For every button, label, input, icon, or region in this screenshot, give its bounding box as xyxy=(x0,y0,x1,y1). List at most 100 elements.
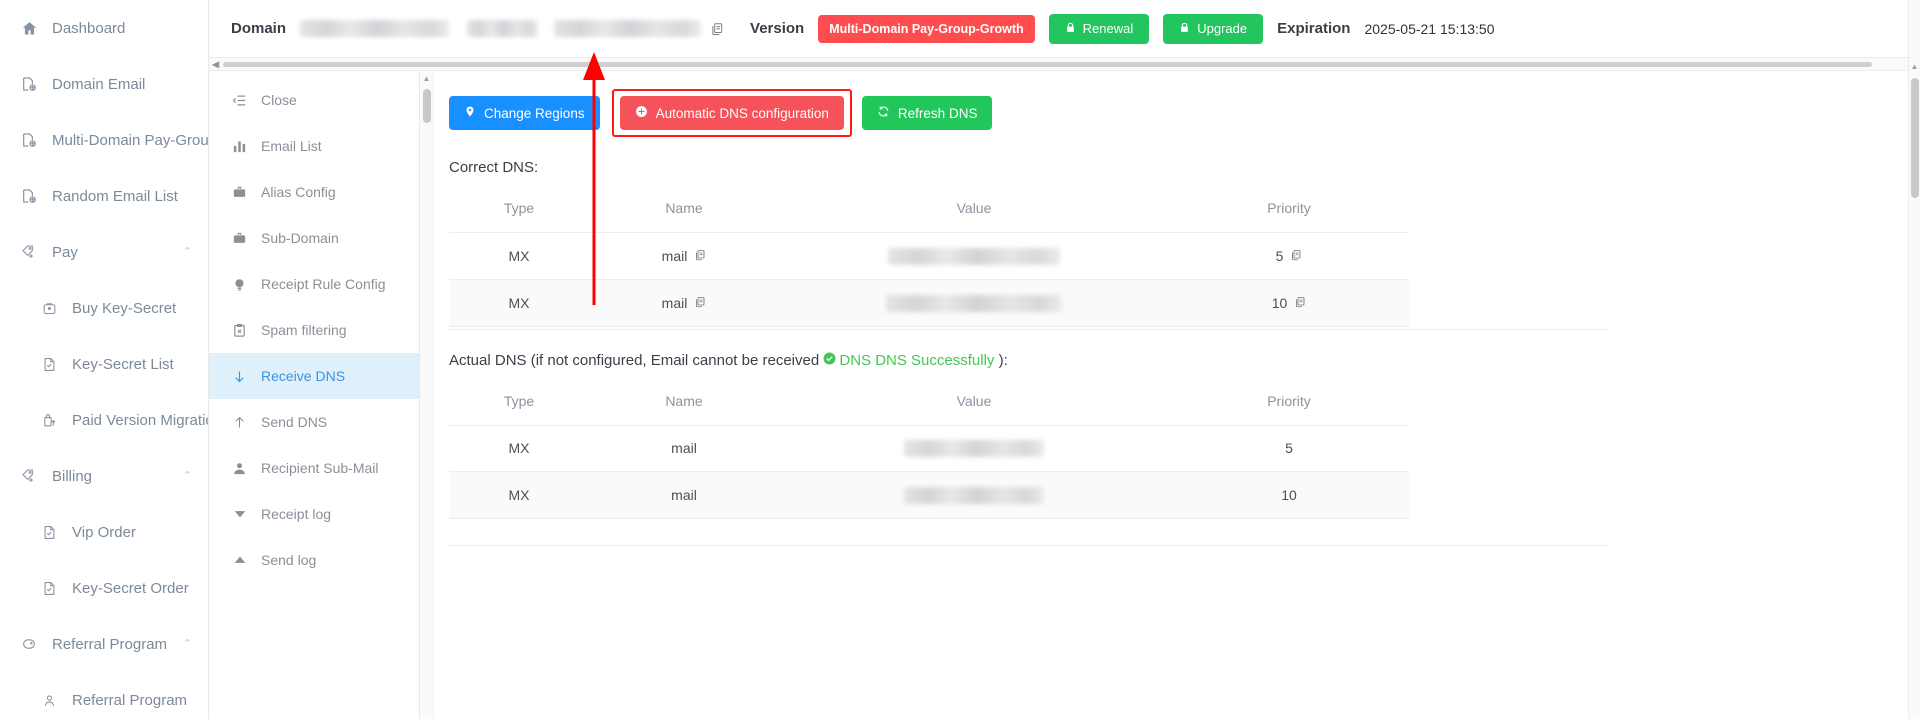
sidebar-item-dashboard[interactable]: Dashboard xyxy=(0,0,208,56)
doc-check-icon xyxy=(40,579,58,597)
refresh-dns-button[interactable]: Refresh DNS xyxy=(861,96,993,130)
column-header-priority: Priority xyxy=(1169,380,1409,426)
change-regions-button[interactable]: Change Regions xyxy=(449,96,600,130)
submenu-item-label: Receipt log xyxy=(261,506,332,522)
horizontal-scrollbar[interactable]: ◀ ▶ xyxy=(209,58,1920,71)
submenu-item-receipt-rule-config[interactable]: Receipt Rule Config xyxy=(209,261,419,307)
sidebar-item-label: Domain Email xyxy=(52,75,146,93)
submenu-item-label: Sub-Domain xyxy=(261,230,339,246)
chevron-up-icon[interactable]: ⌃ xyxy=(183,245,192,258)
change-regions-label: Change Regions xyxy=(484,105,585,121)
submenu-item-recipient-sub-mail[interactable]: Recipient Sub-Mail xyxy=(209,445,419,491)
scroll-up-icon[interactable]: ▲ xyxy=(1909,0,1920,71)
cell-type: MX xyxy=(449,425,589,473)
submenu-item-receive-dns[interactable]: Receive DNS xyxy=(209,353,419,399)
cell-name-text: mail xyxy=(661,294,688,311)
table-row: MX mail 10 xyxy=(449,471,1409,520)
sidebar-group-billing[interactable]: Billing ⌃ xyxy=(0,448,208,504)
sidebar-item-label: Paid Version Migration xyxy=(72,411,208,429)
briefcase-icon xyxy=(231,231,248,246)
sidebar-item-label: Vip Order xyxy=(72,523,136,541)
person-icon xyxy=(231,461,248,476)
submenu-item-close[interactable]: Close xyxy=(209,77,419,123)
sidebar-item-multi-domain-pay-group[interactable]: Multi-Domain Pay-Group xyxy=(0,112,208,168)
submenu-item-label: Send DNS xyxy=(261,414,328,430)
table-row: MX mail 5 xyxy=(449,425,1409,473)
submenu-item-receipt-log[interactable]: Receipt log xyxy=(209,491,419,537)
submenu-item-spam-filtering[interactable]: Spam filtering xyxy=(209,307,419,353)
upgrade-button[interactable]: Upgrade xyxy=(1163,13,1264,44)
cell-type: MX xyxy=(449,471,589,520)
scroll-track[interactable] xyxy=(223,62,1906,67)
submenu-item-send-dns[interactable]: Send DNS xyxy=(209,399,419,445)
sidebar-item-vip-order[interactable]: Vip Order xyxy=(0,504,208,560)
sidebar-item-label: Key-Secret Order xyxy=(72,579,189,597)
copy-icon[interactable] xyxy=(1294,295,1306,311)
lock-icon xyxy=(1179,21,1190,37)
app-root: Dashboard Domain Email Multi-Domain Pay-… xyxy=(0,0,1920,719)
bag-icon xyxy=(40,299,58,317)
submenu-item-label: Spam filtering xyxy=(261,322,347,338)
sidebar-item-label: Referral Program xyxy=(72,691,188,709)
content-pane: ▲ Change Regions Automatic DNS configura… xyxy=(420,71,1920,719)
sidebar-item-random-email-list[interactable]: Random Email List xyxy=(0,168,208,224)
chevron-up-icon[interactable]: ⌃ xyxy=(183,637,192,650)
doc-check-icon xyxy=(40,523,58,541)
version-badge[interactable]: Multi-Domain Pay-Group-Growth xyxy=(818,14,1035,43)
location-pin-icon xyxy=(464,105,476,121)
renewal-button-label: Renewal xyxy=(1082,21,1134,36)
copy-icon[interactable] xyxy=(694,295,706,311)
sidebar-group-referral-program[interactable]: Referral Program ⌃ xyxy=(0,616,208,672)
upgrade-button-label: Upgrade xyxy=(1197,21,1248,36)
value-redacted xyxy=(888,247,1060,265)
submenu-item-label: Close xyxy=(261,92,297,108)
cell-value xyxy=(779,471,1169,520)
mail-domain-icon xyxy=(20,131,38,149)
sidebar-item-label: Random Email List xyxy=(52,187,178,205)
sidebar-item-label: Referral Program xyxy=(52,635,168,653)
cell-type: MX xyxy=(449,279,589,327)
sidebar-item-key-secret-list[interactable]: Key-Secret List xyxy=(0,336,208,392)
copy-icon[interactable] xyxy=(710,22,724,36)
sidebar-group-pay[interactable]: Pay ⌃ xyxy=(0,224,208,280)
domain-value-redacted-3 xyxy=(554,20,702,37)
sidebar-item-buy-key-secret[interactable]: Buy Key-Secret xyxy=(0,280,208,336)
renewal-button[interactable]: Renewal xyxy=(1048,13,1150,44)
chevron-left-icon[interactable]: ◀ xyxy=(209,58,222,71)
domain-submenu: ◀ Close Email List Alias Config Sub-Doma… xyxy=(209,60,420,719)
sidebar-item-key-secret-order[interactable]: Key-Secret Order xyxy=(0,560,208,616)
mail-domain-icon xyxy=(20,75,38,93)
cell-priority: 10 xyxy=(1169,279,1409,327)
clipboard-x-icon xyxy=(231,323,248,338)
page-scrollbar[interactable]: ▲ xyxy=(1908,0,1920,719)
submenu-item-label: Send log xyxy=(261,552,317,568)
scroll-thumb[interactable] xyxy=(223,62,1873,67)
automatic-dns-label: Automatic DNS configuration xyxy=(655,105,829,121)
arrow-up-icon xyxy=(231,415,248,430)
lock-icon xyxy=(1065,21,1076,37)
submenu-item-email-list[interactable]: Email List xyxy=(209,123,419,169)
value-redacted xyxy=(886,294,1062,312)
sidebar-item-domain-email[interactable]: Domain Email xyxy=(0,56,208,112)
table-row: MX mail 5 xyxy=(449,232,1409,280)
plus-circle-icon xyxy=(635,105,648,121)
doc-check-icon xyxy=(40,355,58,373)
sidebar-item-paid-version-migration[interactable]: Paid Version Migration xyxy=(0,392,208,448)
table-header-row: Type Name Value Priority xyxy=(449,188,1409,233)
cell-value xyxy=(779,279,1169,327)
correct-dns-title: Correct DNS: xyxy=(449,159,539,176)
submenu-item-label: Email List xyxy=(261,138,322,154)
table-header-row: Type Name Value Priority xyxy=(449,380,1409,426)
triangle-up-icon xyxy=(231,553,248,567)
sidebar-item-label: Billing xyxy=(52,467,93,485)
cell-name: mail xyxy=(589,279,779,327)
chevron-up-icon[interactable]: ⌃ xyxy=(183,469,192,482)
sidebar-item-referral-program[interactable]: Referral Program xyxy=(0,672,208,719)
copy-icon[interactable] xyxy=(694,248,706,264)
submenu-item-alias-config[interactable]: Alias Config xyxy=(209,169,419,215)
scroll-thumb[interactable] xyxy=(1911,78,1919,198)
automatic-dns-button[interactable]: Automatic DNS configuration xyxy=(619,96,844,130)
copy-icon[interactable] xyxy=(1290,248,1302,264)
submenu-item-sub-domain[interactable]: Sub-Domain xyxy=(209,215,419,261)
submenu-item-send-log[interactable]: Send log xyxy=(209,537,419,583)
